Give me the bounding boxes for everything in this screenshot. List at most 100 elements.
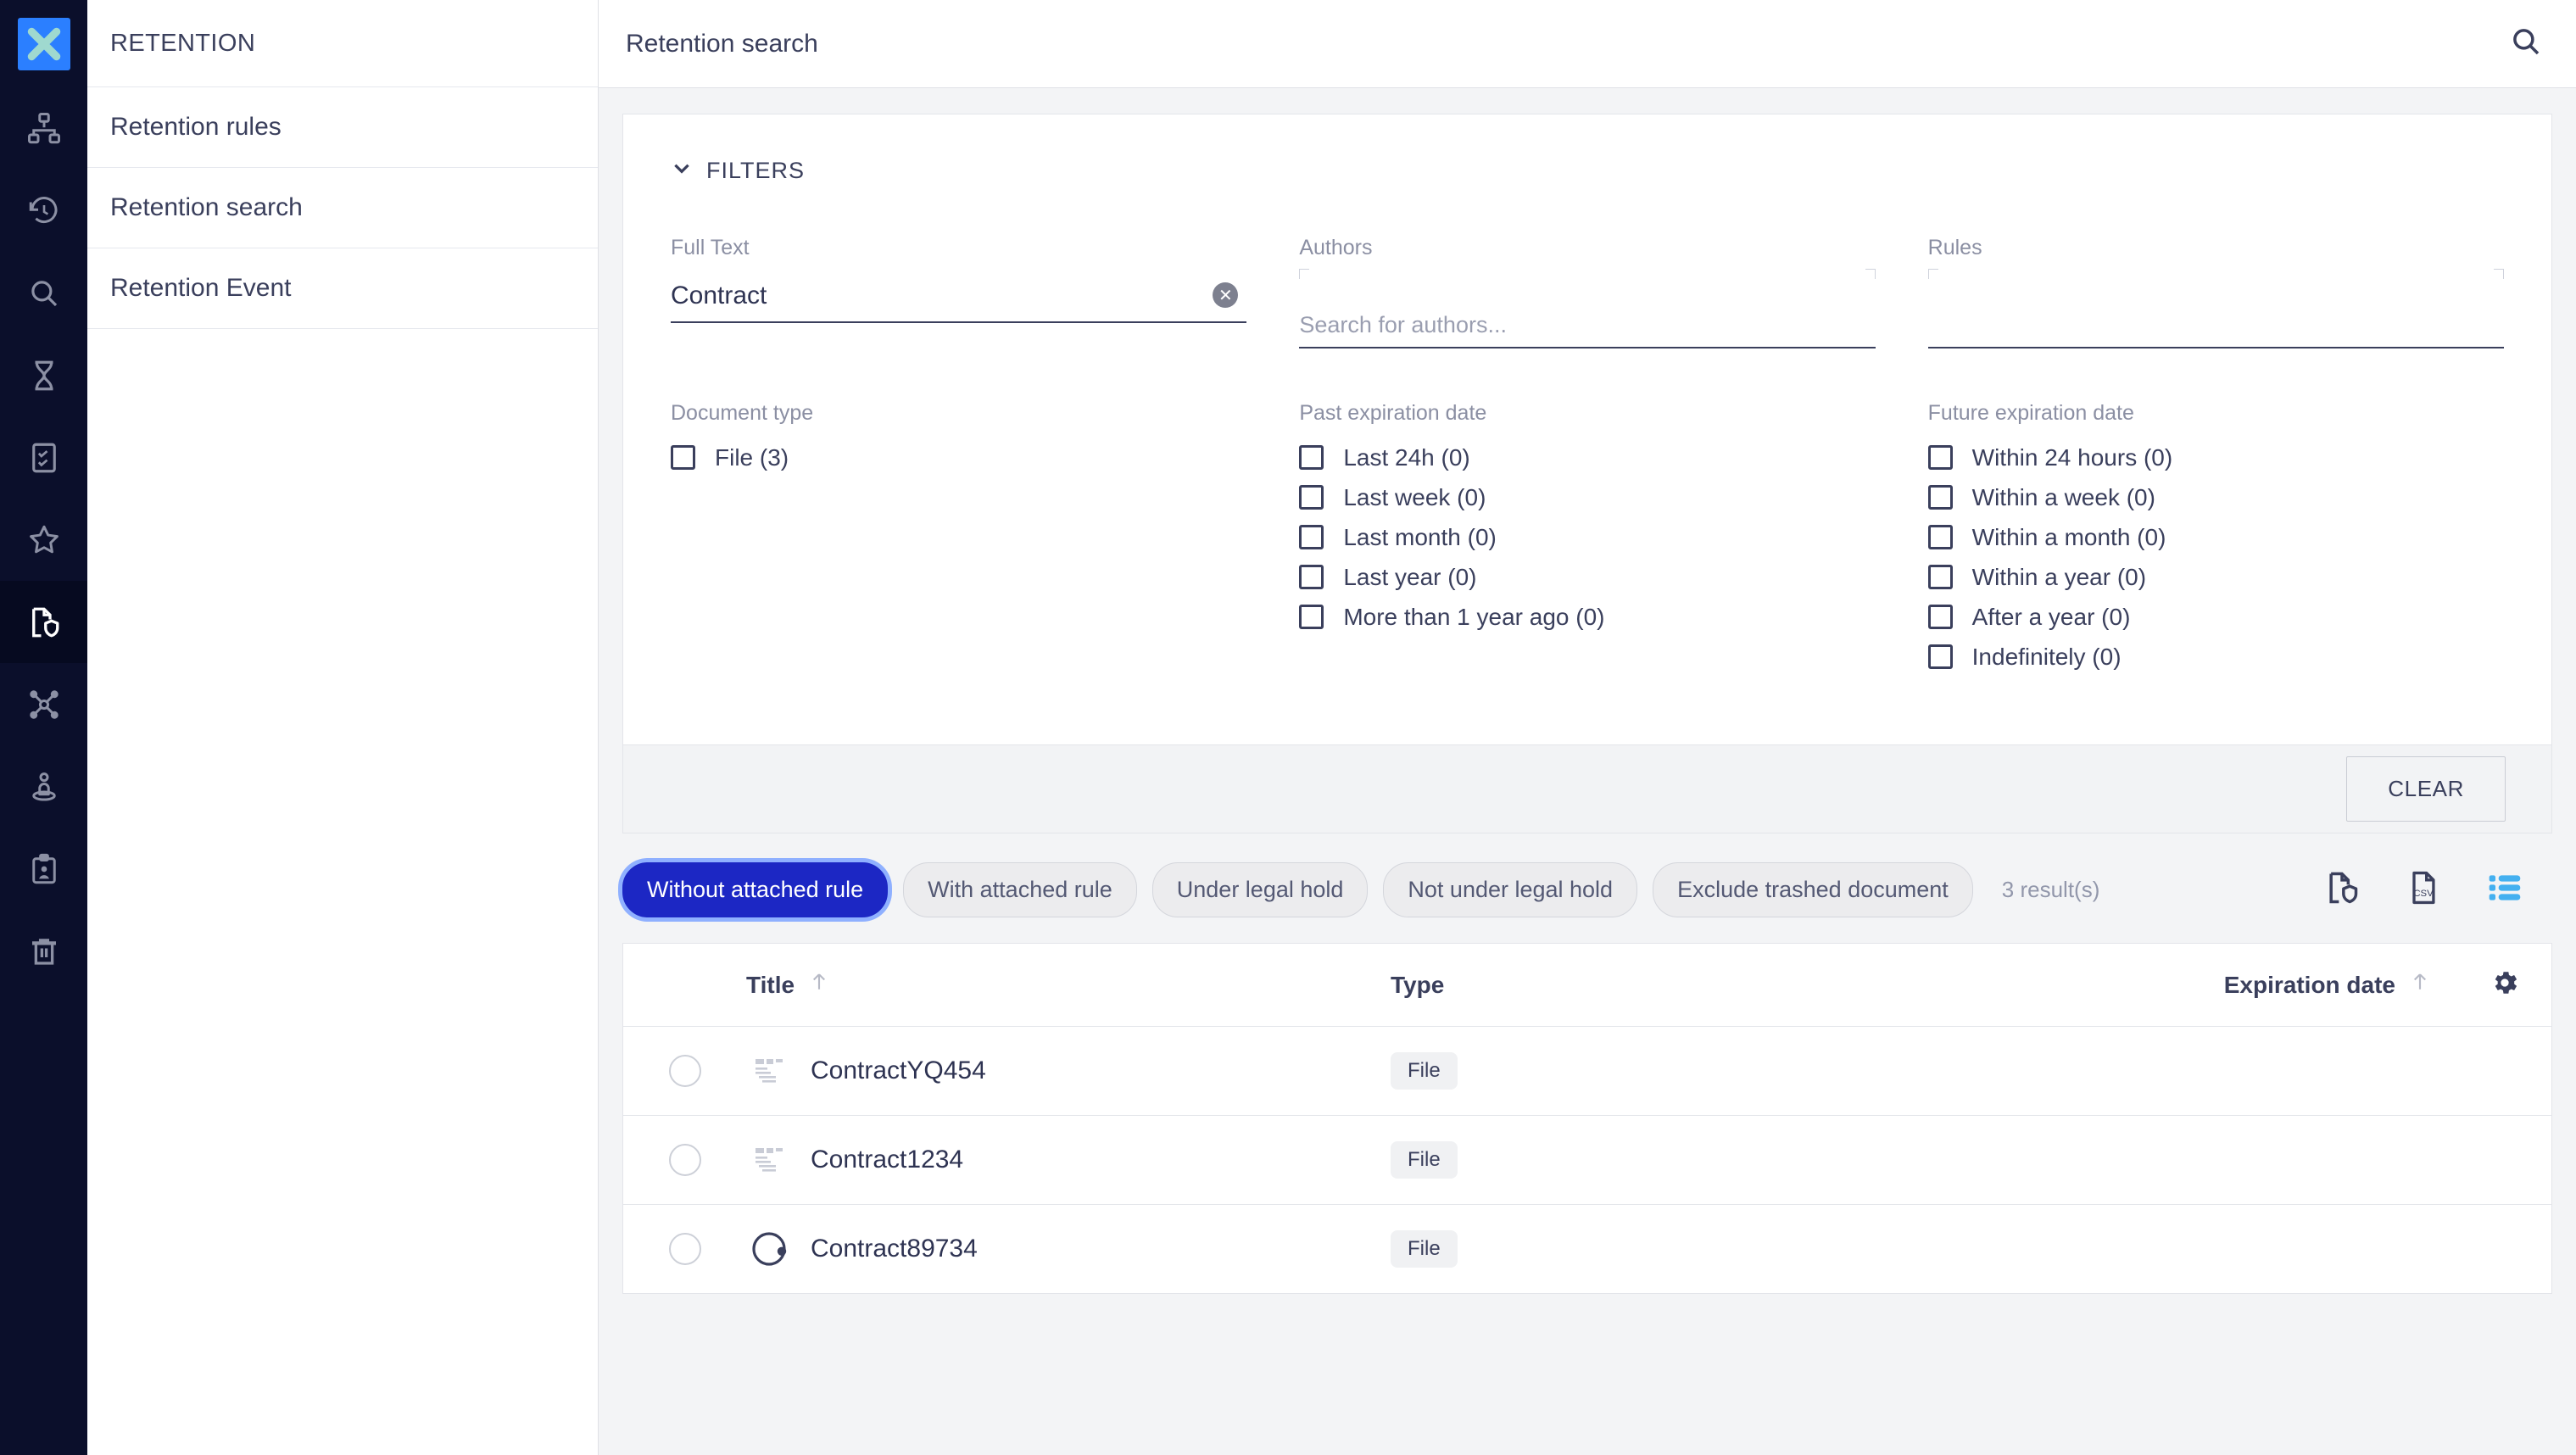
gear-icon bbox=[2490, 967, 2520, 1002]
checkbox-box bbox=[1928, 644, 1953, 669]
rail-item-org-chart[interactable] bbox=[0, 87, 87, 170]
chip-with-attached-rule[interactable]: With attached rule bbox=[903, 862, 1137, 917]
document-shield-icon[interactable] bbox=[2323, 869, 2361, 911]
full-text-field: Full Text Contract ✕ bbox=[671, 236, 1246, 348]
table-row[interactable]: ContractYQ454 File bbox=[623, 1027, 2551, 1116]
filters-header[interactable]: FILTERS bbox=[623, 114, 2551, 185]
clear-button[interactable]: CLEAR bbox=[2346, 756, 2506, 822]
rail-item-person-location[interactable] bbox=[0, 745, 87, 828]
network-nodes-icon bbox=[26, 687, 62, 722]
row-type-cell: File bbox=[1391, 1141, 2001, 1179]
csv-export-icon[interactable]: CSV bbox=[2405, 869, 2442, 911]
clear-circle-icon[interactable]: ✕ bbox=[1213, 282, 1238, 308]
checkbox-after-a-year[interactable]: After a year (0) bbox=[1928, 597, 2504, 637]
row-select-radio[interactable] bbox=[623, 1055, 746, 1087]
rail-item-search[interactable] bbox=[0, 252, 87, 334]
id-badge-icon bbox=[26, 851, 62, 887]
rail-item-trash[interactable] bbox=[0, 910, 87, 992]
full-text-input[interactable]: Contract ✕ bbox=[671, 276, 1246, 323]
column-header-title[interactable]: Title bbox=[746, 969, 1391, 1001]
list-view-icon[interactable] bbox=[2486, 869, 2523, 911]
checkbox-last-month[interactable]: Last month (0) bbox=[1299, 517, 1875, 557]
column-label: Expiration date bbox=[2224, 972, 2395, 999]
sidebar-item-retention-search[interactable]: Retention search bbox=[87, 168, 598, 248]
sidebar-item-label: Retention Event bbox=[110, 274, 291, 303]
secondary-nav-title: RETENTION bbox=[87, 0, 598, 87]
checkbox-last-year[interactable]: Last year (0) bbox=[1299, 557, 1875, 597]
checkbox-label: Indefinitely (0) bbox=[1972, 644, 2122, 671]
checkbox-file[interactable]: File (3) bbox=[671, 438, 1246, 477]
sort-arrow-up-icon[interactable] bbox=[2407, 969, 2433, 1001]
results-table: Title Type Expiration date bbox=[622, 943, 2552, 1294]
checkbox-label: Last year (0) bbox=[1343, 564, 1476, 591]
checkbox-within-24-hours[interactable]: Within 24 hours (0) bbox=[1928, 438, 2504, 477]
checkbox-last-week[interactable]: Last week (0) bbox=[1299, 477, 1875, 517]
sidebar-item-retention-event[interactable]: Retention Event bbox=[87, 248, 598, 329]
chevron-down-icon bbox=[671, 157, 693, 185]
checkbox-within-a-week[interactable]: Within a week (0) bbox=[1928, 477, 2504, 517]
results-count: 3 result(s) bbox=[2002, 877, 2100, 903]
sidebar-item-retention-rules[interactable]: Retention rules bbox=[87, 87, 598, 168]
sort-arrow-up-icon[interactable] bbox=[806, 969, 832, 1001]
document-type-group: Document type File (3) bbox=[671, 401, 1246, 677]
table-settings-button[interactable] bbox=[2458, 967, 2551, 1002]
type-badge: File bbox=[1391, 1141, 1458, 1179]
rail-item-star[interactable] bbox=[0, 499, 87, 581]
rail-item-history[interactable] bbox=[0, 170, 87, 252]
authors-tag-slot bbox=[1299, 269, 1875, 277]
column-header-expiration-date[interactable]: Expiration date bbox=[2001, 969, 2458, 1001]
chip-under-legal-hold[interactable]: Under legal hold bbox=[1152, 862, 1369, 917]
sidebar-item-label: Retention rules bbox=[110, 113, 282, 142]
rail-item-network[interactable] bbox=[0, 663, 87, 745]
hourglass-icon bbox=[26, 358, 62, 393]
x-logo-icon bbox=[18, 18, 70, 70]
document-thumbnail-icon bbox=[746, 1137, 792, 1183]
rail-item-hourglass[interactable] bbox=[0, 334, 87, 416]
row-title-cell: Contract1234 bbox=[746, 1137, 1391, 1183]
chip-without-attached-rule[interactable]: Without attached rule bbox=[622, 862, 888, 917]
filters-label: FILTERS bbox=[706, 158, 805, 184]
rail-item-id-badge[interactable] bbox=[0, 828, 87, 910]
rules-input[interactable] bbox=[1928, 276, 2504, 348]
column-label: Title bbox=[746, 972, 795, 999]
checkbox-label: Last week (0) bbox=[1343, 484, 1486, 511]
radio-icon bbox=[669, 1055, 701, 1087]
rail-item-retention[interactable] bbox=[0, 581, 87, 663]
sidebar-item-label: Retention search bbox=[110, 193, 303, 222]
type-badge: File bbox=[1391, 1230, 1458, 1268]
row-title: Contract89734 bbox=[811, 1235, 978, 1263]
row-select-radio[interactable] bbox=[623, 1144, 746, 1176]
column-header-type[interactable]: Type bbox=[1391, 972, 2001, 999]
star-icon bbox=[26, 522, 62, 558]
authors-field: Authors Search for authors... bbox=[1299, 236, 1875, 348]
table-row[interactable]: Contract1234 File bbox=[623, 1116, 2551, 1205]
app-logo[interactable] bbox=[0, 0, 87, 87]
chip-exclude-trashed-document[interactable]: Exclude trashed document bbox=[1653, 862, 1973, 917]
org-chart-icon bbox=[26, 111, 62, 147]
checkbox-label: File (3) bbox=[715, 444, 789, 471]
checkbox-indefinitely[interactable]: Indefinitely (0) bbox=[1928, 637, 2504, 677]
checkbox-label: Last 24h (0) bbox=[1343, 444, 1469, 471]
checkbox-more-than-1-year-ago[interactable]: More than 1 year ago (0) bbox=[1299, 597, 1875, 637]
checkbox-within-a-month[interactable]: Within a month (0) bbox=[1928, 517, 2504, 557]
table-row[interactable]: Contract89734 File bbox=[623, 1205, 2551, 1294]
filter-inputs-row: Full Text Contract ✕ Authors Search for … bbox=[623, 185, 2551, 348]
checkbox-last-24h[interactable]: Last 24h (0) bbox=[1299, 438, 1875, 477]
authors-input[interactable]: Search for authors... bbox=[1299, 276, 1875, 348]
row-title-cell: Contract89734 bbox=[746, 1226, 1391, 1272]
row-select-radio[interactable] bbox=[623, 1233, 746, 1265]
checkbox-within-a-year[interactable]: Within a year (0) bbox=[1928, 557, 2504, 597]
checkbox-box bbox=[1299, 605, 1324, 629]
secondary-nav: RETENTION Retention rules Retention sear… bbox=[87, 0, 599, 1455]
search-icon[interactable] bbox=[2508, 24, 2544, 64]
checkbox-box bbox=[1928, 485, 1953, 510]
authors-label: Authors bbox=[1299, 236, 1875, 260]
checkbox-box bbox=[1928, 605, 1953, 629]
top-bar: Retention search bbox=[599, 0, 2576, 88]
checkbox-label: Within a week (0) bbox=[1972, 484, 2155, 511]
checkbox-box bbox=[1299, 445, 1324, 470]
rail-item-checklist[interactable] bbox=[0, 416, 87, 499]
table-header-row: Title Type Expiration date bbox=[623, 944, 2551, 1027]
svg-text:CSV: CSV bbox=[2413, 889, 2434, 899]
chip-not-under-legal-hold[interactable]: Not under legal hold bbox=[1383, 862, 1637, 917]
